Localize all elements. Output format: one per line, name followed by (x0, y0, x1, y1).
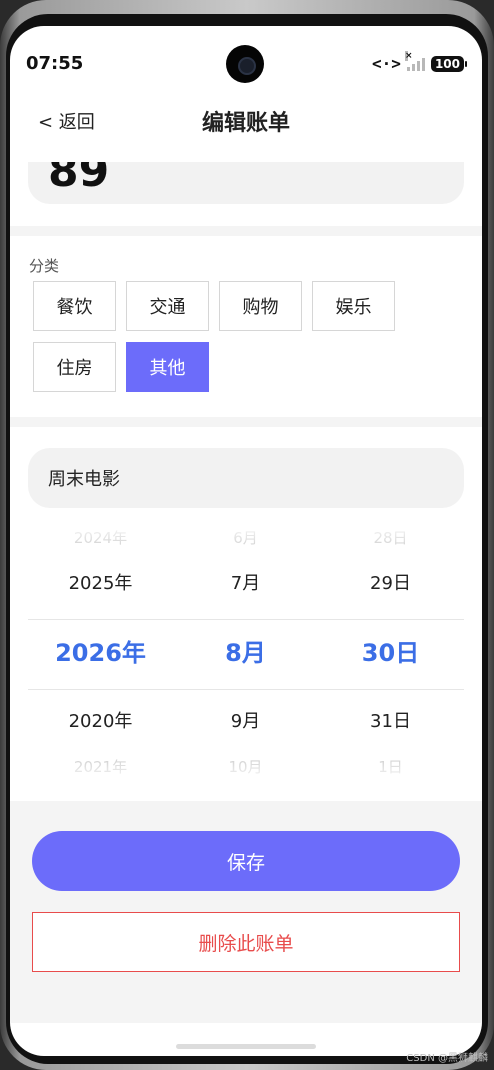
phone-frame: 07:55 <·> × 100 < 返回 编辑账单 89 分类 餐饮 交通 购物… (0, 0, 494, 1070)
date-picker: 2024年 2025年 2026年 2020年 2021年 6月 7月 8月 9… (28, 522, 464, 784)
amount-section: 89 (10, 162, 482, 226)
month-option[interactable]: 9月 (173, 707, 318, 733)
day-option[interactable]: 29日 (318, 569, 463, 595)
day-selected[interactable]: 30日 (318, 633, 463, 668)
category-option-housing[interactable]: 住房 (33, 342, 116, 392)
year-option[interactable]: 2025年 (28, 569, 173, 595)
year-option[interactable]: 2024年 (28, 527, 173, 548)
developer-code-icon: <·> (372, 54, 401, 73)
month-option[interactable]: 10月 (173, 756, 318, 777)
delete-bill-button[interactable]: 删除此账单 (32, 912, 460, 972)
category-label: 分类 (29, 257, 60, 275)
action-footer: 保存 删除此账单 (10, 801, 482, 1023)
watermark-text: CSDN @黑狮麒麟 (406, 1053, 488, 1064)
app-screen: 07:55 <·> × 100 < 返回 编辑账单 89 分类 餐饮 交通 购物… (10, 26, 482, 1056)
battery-icon: 100 (430, 55, 468, 72)
status-icons: <·> × 100 (372, 50, 468, 73)
amount-value: 89 (48, 162, 110, 197)
status-time: 07:55 (26, 53, 84, 74)
year-picker-column[interactable]: 2024年 2025年 2026年 2020年 2021年 (28, 522, 173, 784)
home-indicator[interactable] (176, 1044, 316, 1049)
nav-bar: < 返回 编辑账单 (10, 96, 482, 162)
status-bar: 07:55 <·> × 100 (10, 26, 482, 96)
no-signal-mark: × (404, 50, 413, 61)
month-selected[interactable]: 8月 (173, 633, 318, 668)
month-picker-column[interactable]: 6月 7月 8月 9月 10月 (173, 522, 318, 784)
save-button[interactable]: 保存 (32, 831, 460, 891)
category-option-shopping[interactable]: 购物 (219, 281, 302, 331)
day-option[interactable]: 31日 (318, 707, 463, 733)
year-option[interactable]: 2020年 (28, 707, 173, 733)
category-option-entertainment[interactable]: 娱乐 (312, 281, 395, 331)
section-divider (10, 417, 482, 427)
day-option[interactable]: 1日 (318, 756, 463, 777)
signal-icon: × (404, 50, 425, 71)
day-option[interactable]: 28日 (318, 527, 463, 548)
category-option-dining[interactable]: 餐饮 (33, 281, 116, 331)
month-option[interactable]: 7月 (173, 569, 318, 595)
year-selected[interactable]: 2026年 (28, 633, 173, 668)
back-button[interactable]: < 返回 (38, 108, 95, 134)
section-divider (10, 226, 482, 236)
day-picker-column[interactable]: 28日 29日 30日 31日 1日 (318, 522, 463, 784)
category-option-other[interactable]: 其他 (126, 342, 209, 392)
month-option[interactable]: 6月 (173, 527, 318, 548)
amount-input[interactable]: 89 (28, 162, 464, 204)
front-camera (226, 45, 264, 83)
category-option-transport[interactable]: 交通 (126, 281, 209, 331)
year-option[interactable]: 2021年 (28, 756, 173, 777)
note-input[interactable] (28, 448, 464, 508)
